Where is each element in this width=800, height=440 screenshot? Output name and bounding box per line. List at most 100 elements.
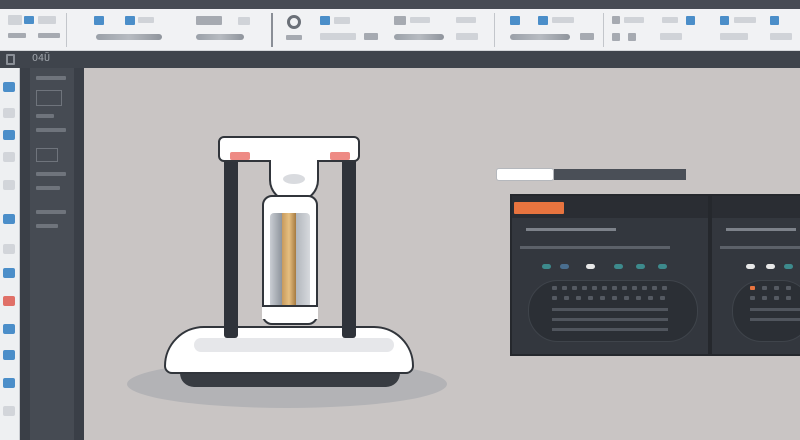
- tool-icon[interactable]: [3, 180, 15, 190]
- toolbar-button[interactable]: [138, 17, 154, 23]
- key[interactable]: [786, 286, 791, 290]
- key[interactable]: [662, 286, 667, 290]
- panel-item[interactable]: [36, 128, 66, 132]
- tool-icon[interactable]: [3, 244, 15, 254]
- tool-icon[interactable]: [3, 378, 15, 388]
- tool-icon[interactable]: [3, 152, 15, 162]
- toolbar-blue-icon[interactable]: [770, 16, 779, 25]
- gear-icon[interactable]: [287, 15, 301, 29]
- toolbar-blue-icon[interactable]: [320, 16, 330, 25]
- tool-icon[interactable]: [3, 324, 15, 334]
- toolbar-slider[interactable]: [96, 34, 162, 40]
- key[interactable]: [588, 296, 593, 300]
- key[interactable]: [774, 296, 779, 300]
- key[interactable]: [612, 296, 617, 300]
- tool-icon[interactable]: [3, 108, 15, 118]
- toolbar-button[interactable]: [612, 16, 620, 24]
- toolbar-slider[interactable]: [394, 34, 444, 40]
- toolbar-button[interactable]: [628, 33, 636, 41]
- toolbar-button[interactable]: [456, 33, 478, 40]
- key[interactable]: [576, 296, 581, 300]
- key[interactable]: [762, 286, 767, 290]
- key[interactable]: [582, 286, 587, 290]
- panel-item[interactable]: [36, 186, 60, 190]
- key[interactable]: [642, 286, 647, 290]
- toolbar-blue-icon[interactable]: [686, 16, 695, 25]
- tool-icon[interactable]: [3, 214, 15, 224]
- indicator-dot: [636, 264, 645, 269]
- device-tube: [262, 195, 318, 325]
- panel-text: [552, 318, 668, 321]
- toolbar-button[interactable]: [410, 17, 430, 23]
- toolbar-blue-icon[interactable]: [510, 16, 520, 25]
- panel-item[interactable]: [36, 114, 54, 118]
- toolbar-button[interactable]: [364, 33, 378, 40]
- tool-icon[interactable]: [3, 268, 15, 278]
- tool-icon[interactable]: [3, 406, 15, 416]
- image-icon[interactable]: [394, 16, 406, 25]
- key[interactable]: [660, 296, 665, 300]
- toolbar-button[interactable]: [456, 17, 476, 23]
- toolbar-slider[interactable]: [510, 34, 570, 40]
- document-icon[interactable]: [8, 15, 22, 25]
- key[interactable]: [786, 296, 791, 300]
- key[interactable]: [648, 296, 653, 300]
- key[interactable]: [774, 286, 779, 290]
- panel-item[interactable]: [36, 224, 58, 228]
- key[interactable]: [624, 296, 629, 300]
- tool-icon[interactable]: [3, 82, 15, 92]
- toolbar-button[interactable]: [612, 33, 620, 41]
- toolbar-button[interactable]: [734, 17, 756, 23]
- key[interactable]: [652, 286, 657, 290]
- key[interactable]: [612, 286, 617, 290]
- page-icon[interactable]: [6, 54, 15, 65]
- tube-band: [262, 305, 318, 319]
- tool-icon[interactable]: [3, 296, 15, 306]
- floating-toggle[interactable]: [496, 168, 554, 181]
- toolbar-slider[interactable]: [196, 34, 244, 40]
- panel-item[interactable]: [36, 172, 66, 176]
- key[interactable]: [572, 286, 577, 290]
- key[interactable]: [552, 286, 557, 290]
- toolbar-blue-icon[interactable]: [94, 16, 104, 25]
- toolbar-button[interactable]: [580, 33, 594, 40]
- accent-tab[interactable]: [514, 202, 564, 214]
- key[interactable]: [762, 296, 767, 300]
- layer-icon[interactable]: [196, 16, 222, 25]
- device-pillar-left: [224, 158, 238, 338]
- toolbar-button[interactable]: [770, 33, 792, 40]
- toolbar-button[interactable]: [624, 17, 644, 23]
- toolbar-button[interactable]: [320, 33, 356, 40]
- toolbar-button[interactable]: [38, 16, 56, 24]
- toolbar-blue-icon[interactable]: [720, 16, 729, 25]
- panel-item[interactable]: [36, 210, 66, 214]
- toolbar-button[interactable]: [334, 17, 350, 24]
- drawing-canvas[interactable]: [84, 68, 800, 440]
- key[interactable]: [636, 296, 641, 300]
- key[interactable]: [552, 296, 557, 300]
- key[interactable]: [632, 286, 637, 290]
- toolbar-button[interactable]: [720, 33, 748, 40]
- panel-item[interactable]: [36, 76, 66, 80]
- key[interactable]: [592, 286, 597, 290]
- panel-thumbnail[interactable]: [36, 90, 62, 106]
- toolbar-button[interactable]: [238, 17, 250, 25]
- toolbar-blue-icon[interactable]: [125, 16, 135, 25]
- toolbar-blue-icon[interactable]: [538, 16, 548, 25]
- key[interactable]: [622, 286, 627, 290]
- key[interactable]: [600, 296, 605, 300]
- toolbar-button[interactable]: [662, 17, 678, 23]
- key[interactable]: [750, 296, 755, 300]
- tab-label[interactable]: O4Ũ: [32, 53, 50, 64]
- key[interactable]: [750, 286, 755, 290]
- key[interactable]: [562, 286, 567, 290]
- tool-icon[interactable]: [3, 130, 15, 140]
- key[interactable]: [564, 296, 569, 300]
- tool-icon[interactable]: [3, 350, 15, 360]
- toolbar-button[interactable]: [552, 17, 574, 23]
- dark-panel-left: [510, 194, 710, 356]
- toolbar-button[interactable]: [660, 33, 682, 40]
- toolbar-blue-icon[interactable]: [24, 16, 34, 24]
- panel-thumbnail[interactable]: [36, 148, 58, 162]
- key[interactable]: [602, 286, 607, 290]
